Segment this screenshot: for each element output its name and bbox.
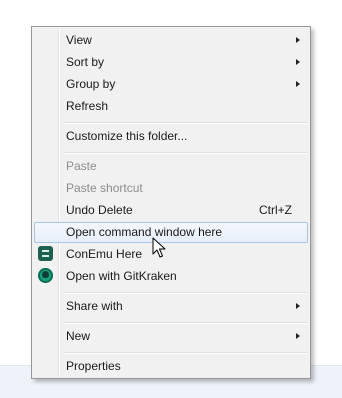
menu-item-label: Properties [66, 359, 121, 373]
menu-item-sort-by[interactable]: Sort by [34, 52, 308, 73]
menu-item-open-command-window[interactable]: Open command window here [34, 222, 308, 243]
menu-item-label: Paste shortcut [66, 181, 143, 195]
context-menu: View Sort by Group by Refresh Customize … [31, 26, 311, 379]
submenu-arrow-icon [296, 303, 300, 309]
gitkraken-icon [38, 268, 53, 283]
menu-item-paste: Paste [34, 156, 308, 177]
submenu-arrow-icon [296, 81, 300, 87]
menu-item-undo-delete[interactable]: Undo Delete Ctrl+Z [34, 200, 308, 221]
menu-item-view[interactable]: View [34, 30, 308, 51]
mouse-pointer-icon [152, 237, 166, 258]
submenu-arrow-icon [296, 37, 300, 43]
menu-item-label: ConEmu Here [66, 247, 143, 261]
menu-item-conemu-here[interactable]: ConEmu Here [34, 244, 308, 265]
menu-item-new[interactable]: New [34, 326, 308, 347]
menu-item-open-with-gitkraken[interactable]: Open with GitKraken [34, 266, 308, 287]
menu-item-label: Open with GitKraken [66, 269, 177, 283]
submenu-arrow-icon [296, 333, 300, 339]
menu-separator [63, 152, 308, 154]
menu-item-label: Share with [66, 299, 123, 313]
menu-item-share-with[interactable]: Share with [34, 296, 308, 317]
submenu-arrow-icon [296, 59, 300, 65]
menu-item-label: View [66, 33, 92, 47]
menu-item-label: Customize this folder... [66, 129, 188, 143]
menu-item-properties[interactable]: Properties [34, 356, 308, 377]
menu-item-label: Sort by [66, 55, 105, 69]
menu-separator [63, 352, 308, 354]
menu-item-paste-shortcut: Paste shortcut [34, 178, 308, 199]
menu-separator [63, 122, 308, 124]
menu-item-label: Refresh [66, 99, 109, 113]
menu-item-refresh[interactable]: Refresh [34, 96, 308, 117]
menu-item-label: Group by [66, 77, 116, 91]
menu-separator [63, 322, 308, 324]
menu-item-label: New [66, 329, 91, 343]
conemu-icon [38, 246, 53, 261]
menu-item-label: Paste [66, 159, 97, 173]
menu-item-label: Open command window here [66, 225, 223, 239]
menu-separator [63, 292, 308, 294]
menu-item-customize-folder[interactable]: Customize this folder... [34, 126, 308, 147]
menu-item-group-by[interactable]: Group by [34, 74, 308, 95]
shortcut-text: Ctrl+Z [259, 203, 292, 217]
menu-item-label: Undo Delete [66, 203, 133, 217]
